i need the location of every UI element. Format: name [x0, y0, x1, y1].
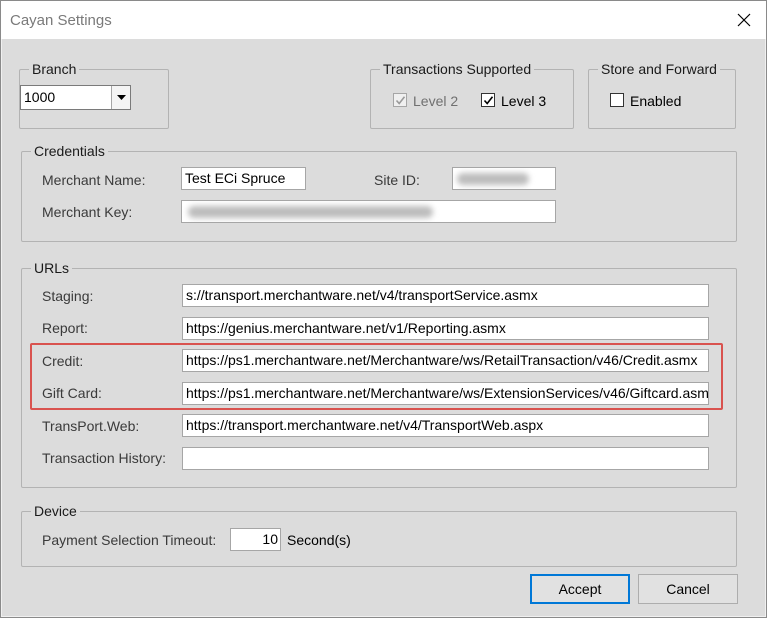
site-id-redacted-value [457, 173, 529, 185]
credentials-legend: Credentials [34, 143, 105, 159]
store-forward-legend: Store and Forward [601, 61, 717, 77]
close-icon [737, 13, 751, 27]
credentials-group: Credentials [21, 143, 737, 242]
branch-select[interactable]: 1000 [20, 85, 131, 110]
transactions-legend: Transactions Supported [383, 61, 532, 77]
merchant-name-label: Merchant Name: [42, 172, 146, 188]
transaction-history-url-input[interactable] [182, 447, 709, 470]
store-forward-enabled-checkbox[interactable] [610, 93, 624, 107]
transportweb-url-input[interactable]: https://transport.merchantware.net/v4/Tr… [182, 414, 709, 437]
dialog-body: Branch 1000 Transactions Supported Level… [2, 39, 765, 616]
staging-url-input[interactable]: s://transport.merchantware.net/v4/transp… [182, 284, 709, 307]
report-label: Report: [42, 320, 88, 336]
merchant-key-redacted-value [188, 206, 433, 218]
merchant-key-label: Merchant Key: [42, 204, 133, 220]
staging-label: Staging: [42, 288, 94, 304]
payment-timeout-input[interactable]: 10 [230, 528, 281, 551]
report-url-input[interactable]: https://genius.merchantware.net/v1/Repor… [182, 317, 709, 340]
level2-checkbox[interactable] [393, 93, 407, 107]
branch-selected-value: 1000 [24, 89, 56, 105]
checkmark-icon [395, 96, 406, 105]
transaction-history-label: Transaction History: [42, 450, 166, 466]
close-button[interactable] [730, 7, 758, 33]
branch-dropdown-button[interactable] [111, 86, 130, 109]
store-forward-enabled-label: Enabled [630, 93, 682, 109]
merchant-key-input[interactable] [181, 200, 556, 223]
title-bar[interactable]: Cayan Settings [1, 1, 766, 39]
payment-timeout-unit: Second(s) [287, 532, 351, 548]
accept-button[interactable]: Accept [530, 574, 630, 604]
merchant-name-input[interactable]: Test ECi Spruce [181, 167, 306, 190]
payment-timeout-label: Payment Selection Timeout: [42, 532, 217, 548]
chevron-down-icon [117, 95, 126, 100]
level3-label: Level 3 [501, 93, 547, 109]
branch-legend: Branch [32, 61, 77, 77]
level3-checkbox[interactable] [481, 93, 495, 107]
device-legend: Device [34, 503, 77, 519]
checkmark-icon [483, 96, 494, 105]
level2-label: Level 2 [413, 93, 459, 109]
cancel-button[interactable]: Cancel [638, 574, 738, 604]
site-id-label: Site ID: [374, 172, 420, 188]
transportweb-label: TransPort.Web: [42, 418, 140, 434]
settings-window: Cayan Settings Branch 1000 Transactions … [0, 0, 767, 618]
highlight-annotation [30, 343, 723, 410]
window-title: Cayan Settings [10, 12, 112, 29]
urls-legend: URLs [34, 260, 70, 276]
site-id-input[interactable] [452, 167, 556, 190]
